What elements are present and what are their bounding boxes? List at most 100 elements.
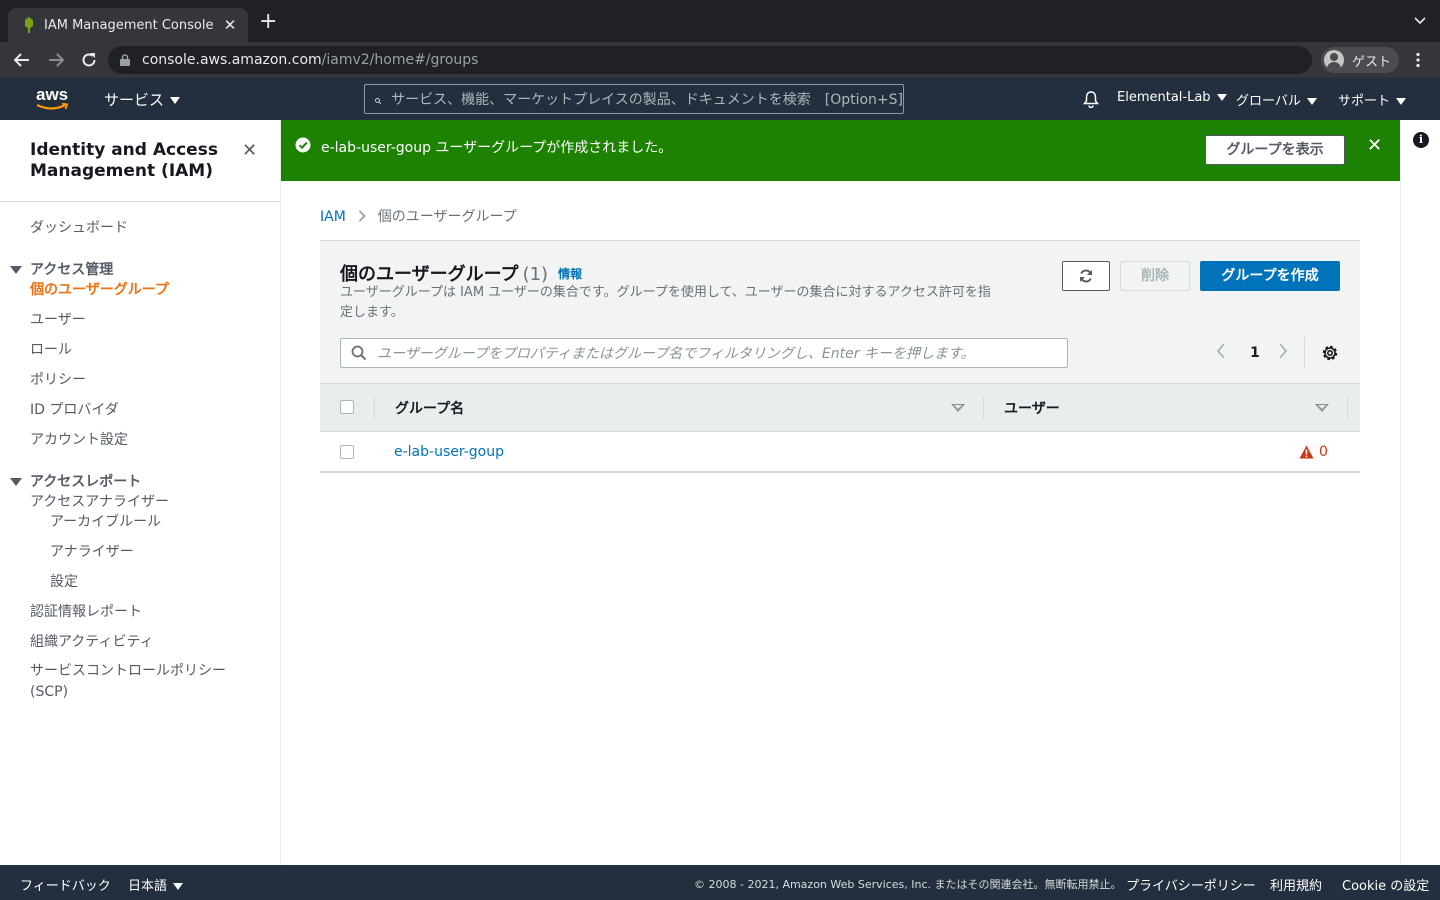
collapse-triangle-icon <box>10 266 22 274</box>
copyright-text: © 2008 - 2021, Amazon Web Services, Inc.… <box>694 878 1122 891</box>
caret-down-icon <box>170 97 181 104</box>
table-row: e-lab-user-goup 0 <box>320 432 1360 473</box>
next-page-icon[interactable] <box>1278 343 1288 359</box>
feedback-link[interactable]: フィードバック <box>20 875 111 894</box>
sort-caret-icon[interactable] <box>951 404 965 412</box>
sidebar-item-user-groups[interactable]: 個のユーザーグループ <box>30 279 169 299</box>
warning-icon <box>1299 445 1314 459</box>
refresh-button[interactable] <box>1062 261 1110 291</box>
search-icon <box>351 345 367 361</box>
aws-favicon-icon <box>25 17 33 33</box>
help-panel-rail: i <box>1400 120 1440 865</box>
sidebar-item-credential-report[interactable]: 認証情報レポート <box>30 601 142 621</box>
sidebar-item-access-analyzer[interactable]: アクセスアナライザー <box>30 491 169 511</box>
search-icon <box>375 98 382 104</box>
flash-message: e-lab-user-goup ユーザーグループが作成されました。 <box>321 140 673 156</box>
sidebar-item-scp[interactable]: サービスコントロールポリシー (SCP) <box>30 661 240 703</box>
account-menu[interactable]: Elemental-Lab <box>1117 90 1227 105</box>
back-arrow-icon[interactable] <box>10 51 34 69</box>
url-host: console.aws.amazon.com <box>142 52 322 68</box>
language-selector[interactable]: 日本語 <box>128 875 184 894</box>
sidebar-item-organization-activity[interactable]: 組織アクティビティ <box>30 631 154 651</box>
sidebar-close-icon[interactable]: ✕ <box>242 140 257 161</box>
profile-label: ゲスト <box>1352 54 1392 70</box>
breadcrumb: IAM 個のユーザーグループ <box>320 206 517 226</box>
console-search-input[interactable]: サービス、機能、マーケットプレイスの製品、ドキュメントを検索 [Option+S… <box>364 84 904 114</box>
account-label: Elemental-Lab <box>1117 90 1211 105</box>
tab-title: IAM Management Console <box>44 17 214 33</box>
tab-close-icon[interactable]: ✕ <box>222 16 238 34</box>
section-label: アクセス管理 <box>30 262 114 278</box>
profile-button[interactable]: ゲスト <box>1321 47 1399 73</box>
sort-caret-icon[interactable] <box>1315 404 1329 412</box>
sidebar-item-analyzer-settings[interactable]: 設定 <box>50 571 78 591</box>
reload-icon[interactable] <box>77 51 101 69</box>
caret-down-icon <box>1216 94 1227 101</box>
select-all-checkbox[interactable] <box>340 400 354 414</box>
sidebar-section-access-management[interactable]: アクセス管理 <box>10 259 113 279</box>
column-divider <box>374 396 375 420</box>
column-header-group-name[interactable]: グループ名 <box>395 398 464 418</box>
tab-search-chevron-icon[interactable] <box>1414 17 1426 25</box>
sidebar-item-identity-providers[interactable]: ID プロバイダ <box>30 399 119 419</box>
panel-header: 個のユーザーグループ (1) 情報 ユーザーグループは IAM ユーザーの集合です。… <box>320 241 1360 383</box>
column-divider[interactable] <box>1347 396 1348 420</box>
sidebar-item-dashboard[interactable]: ダッシュボード <box>30 217 128 237</box>
chevron-right-icon <box>358 210 366 222</box>
services-label: サービス <box>104 91 165 109</box>
browser-menu-icon[interactable] <box>1414 52 1422 68</box>
caret-down-icon <box>173 883 184 890</box>
column-header-users[interactable]: ユーザー <box>1004 398 1060 418</box>
sidebar-item-account-settings[interactable]: アカウント設定 <box>30 429 128 449</box>
services-menu-button[interactable]: サービス <box>104 89 181 110</box>
aws-logo-text: aws <box>36 85 69 104</box>
sidebar-item-policies[interactable]: ポリシー <box>30 369 86 389</box>
privacy-policy-link[interactable]: プライバシーポリシー <box>1126 875 1256 894</box>
column-divider[interactable] <box>983 396 984 420</box>
caret-down-icon <box>1396 98 1407 105</box>
flash-close-icon[interactable]: ✕ <box>1367 135 1382 156</box>
gear-icon[interactable] <box>1321 344 1339 362</box>
collapse-triangle-icon <box>10 478 22 486</box>
success-flashbar: e-lab-user-goup ユーザーグループが作成されました。 グループを表… <box>281 120 1400 181</box>
group-name-link[interactable]: e-lab-user-goup <box>394 444 504 460</box>
aws-logo[interactable]: aws <box>36 86 72 112</box>
browser-tab-bar: IAM Management Console ✕ + <box>0 0 1440 42</box>
avatar-icon <box>1324 50 1344 70</box>
lock-icon <box>120 54 130 66</box>
current-page-number[interactable]: 1 <box>1250 345 1260 361</box>
sidebar-item-roles[interactable]: ロール <box>30 339 72 359</box>
support-menu[interactable]: サポート <box>1338 90 1407 109</box>
region-menu[interactable]: グローバル <box>1236 90 1317 109</box>
notification-bell-icon[interactable] <box>1082 90 1100 108</box>
view-group-button[interactable]: グループを表示 <box>1205 135 1345 165</box>
aws-top-nav: aws サービス サービス、機能、マーケットプレイスの製品、ドキュメントを検索 … <box>0 78 1440 120</box>
sidebar-section-access-reports[interactable]: アクセスレポート <box>10 471 141 491</box>
browser-tab[interactable]: IAM Management Console ✕ <box>8 8 248 42</box>
search-placeholder: サービス、機能、マーケットプレイスの製品、ドキュメントを検索 [Option+S… <box>391 92 903 108</box>
sidebar-divider <box>0 201 280 202</box>
cookie-settings-link[interactable]: Cookie の設定 <box>1342 875 1429 894</box>
sidebar-title[interactable]: Identity and Access Management (IAM) <box>30 140 230 182</box>
filter-input[interactable]: ユーザーグループをプロパティまたはグループ名でフィルタリングし、Enter キー… <box>340 338 1068 368</box>
info-icon[interactable]: i <box>1413 132 1429 148</box>
info-link[interactable]: 情報 <box>558 267 582 281</box>
forward-arrow-icon[interactable] <box>44 51 68 69</box>
url-path: /iamv2/home#/groups <box>321 52 479 68</box>
address-bar[interactable]: console.aws.amazon.com/iamv2/home#/group… <box>108 46 1312 74</box>
users-count-cell: 0 <box>1299 444 1328 460</box>
caret-down-icon <box>1306 98 1317 105</box>
sidebar-item-analyzers[interactable]: アナライザー <box>50 541 134 561</box>
breadcrumb-iam-link[interactable]: IAM <box>320 209 346 225</box>
row-checkbox[interactable] <box>340 445 354 459</box>
delete-button[interactable]: 削除 <box>1120 261 1190 291</box>
language-label: 日本語 <box>128 879 168 894</box>
support-label: サポート <box>1338 94 1391 109</box>
sidebar-item-users[interactable]: ユーザー <box>30 309 86 329</box>
new-tab-icon[interactable]: + <box>259 11 277 33</box>
filter-placeholder: ユーザーグループをプロパティまたはグループ名でフィルタリングし、Enter キー… <box>377 346 975 362</box>
terms-link[interactable]: 利用規約 <box>1270 875 1322 894</box>
previous-page-icon[interactable] <box>1216 343 1226 359</box>
sidebar-item-archive-rules[interactable]: アーカイブルール <box>50 511 161 531</box>
create-group-button[interactable]: グループを作成 <box>1200 261 1340 291</box>
